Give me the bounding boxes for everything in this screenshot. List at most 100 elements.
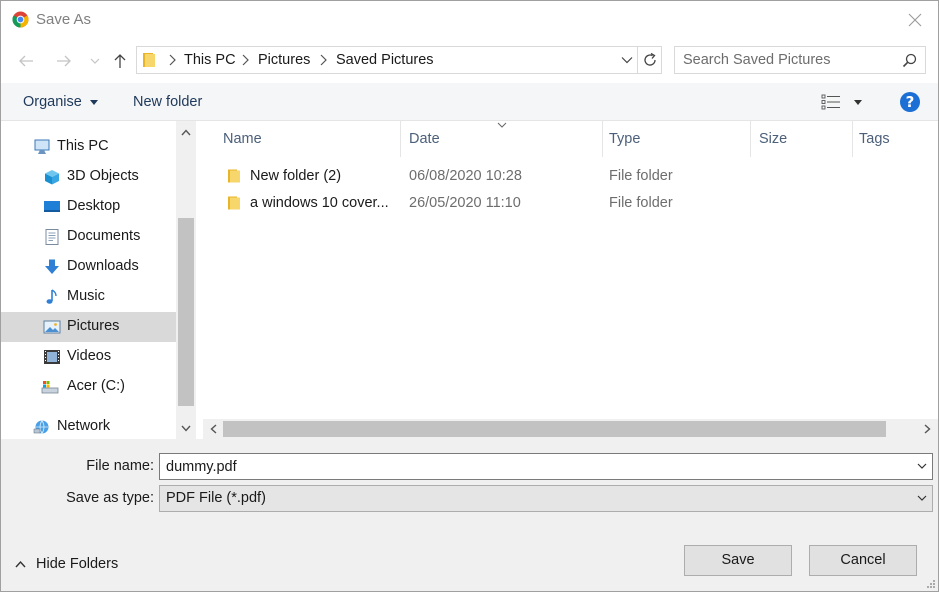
network-icon [33, 420, 49, 434]
forward-button[interactable] [54, 51, 74, 71]
save-as-type-select[interactable]: PDF File (*.pdf) [159, 485, 933, 512]
window-title: Save As [36, 11, 92, 28]
scroll-down-button[interactable] [179, 421, 193, 435]
chevron-down-icon [621, 57, 633, 64]
save-as-dialog: Save As This PC Pictures Saved Pictures … [0, 0, 939, 592]
chevron-up-icon [181, 128, 191, 135]
film-icon [44, 350, 60, 364]
computer-icon [34, 139, 50, 154]
address-dropdown-button[interactable] [617, 47, 637, 73]
nav-item-3d-objects[interactable]: 3D Objects [1, 162, 176, 192]
breadcrumb-separator-icon [169, 54, 176, 66]
nav-item-acer-c[interactable]: Acer (C:) [1, 372, 176, 402]
details-view-icon [821, 94, 840, 110]
nav-item-documents[interactable]: Documents [1, 222, 176, 252]
nav-item-downloads[interactable]: Downloads [1, 252, 176, 282]
refresh-icon [643, 52, 656, 66]
scroll-left-button[interactable] [206, 422, 220, 436]
nav-item-label: Downloads [67, 258, 139, 274]
scroll-up-button[interactable] [179, 125, 193, 139]
file-date: 06/08/2020 10:28 [409, 168, 522, 184]
chevron-down-icon [917, 495, 927, 501]
file-row[interactable]: New folder (2) 06/08/2020 10:28 File fol… [197, 163, 938, 190]
caret-down-icon [89, 99, 98, 105]
nav-item-pictures[interactable]: Pictures [1, 312, 176, 342]
cube-icon [45, 170, 59, 185]
refresh-button[interactable] [637, 47, 661, 73]
help-button[interactable]: ? [900, 92, 920, 112]
pictures-icon [43, 320, 61, 334]
search-icon[interactable] [902, 53, 917, 68]
close-button[interactable] [892, 1, 938, 39]
nav-item-label: Pictures [67, 318, 120, 334]
scroll-thumb[interactable] [178, 218, 194, 406]
chrome-icon [12, 11, 29, 28]
folder-icon [228, 196, 240, 210]
command-bar: Organise New folder ? [1, 83, 938, 121]
documents-icon [45, 229, 59, 245]
navigation-pane: This PC 3D Objects Desktop Documents Dow… [1, 121, 197, 439]
file-type: File folder [609, 168, 673, 184]
file-list-hscrollbar[interactable] [203, 419, 938, 439]
organise-menu-button[interactable]: Organise [23, 94, 98, 110]
nav-item-network[interactable]: Network [1, 412, 176, 442]
column-header-type[interactable]: Type [603, 121, 751, 157]
nav-pane-scrollbar[interactable] [176, 121, 196, 439]
nav-item-label: Music [67, 288, 105, 304]
nav-item-desktop[interactable]: Desktop [1, 192, 176, 222]
close-icon [908, 13, 922, 27]
file-date: 26/05/2020 11:10 [409, 195, 521, 211]
up-button[interactable] [110, 51, 130, 71]
desktop-icon [44, 201, 60, 212]
nav-item-music[interactable]: Music [1, 282, 176, 312]
nav-item-label: Videos [67, 348, 112, 364]
back-button[interactable] [16, 51, 36, 71]
breadcrumb-separator-icon [320, 54, 327, 66]
recent-locations-button[interactable] [85, 51, 105, 71]
breadcrumb-this-pc[interactable]: This PC [184, 52, 236, 68]
file-name-combobox[interactable] [159, 453, 933, 480]
drive-icon [41, 381, 59, 394]
file-name-input[interactable] [166, 458, 896, 476]
hide-folders-label: Hide Folders [36, 556, 119, 572]
search-box[interactable] [674, 46, 926, 74]
nav-item-videos[interactable]: Videos [1, 342, 176, 372]
new-folder-button[interactable]: New folder [133, 94, 202, 110]
resize-grip-icon[interactable] [926, 579, 936, 589]
music-note-icon [46, 289, 57, 304]
download-icon [45, 259, 59, 274]
nav-item-label: Acer (C:) [67, 378, 125, 394]
scroll-thumb[interactable] [223, 421, 886, 437]
file-row[interactable]: a windows 10 cover... 26/05/2020 11:10 F… [197, 190, 938, 217]
caret-down-icon [854, 100, 862, 105]
arrow-right-icon [57, 55, 71, 67]
save-button[interactable]: Save [684, 545, 792, 576]
scroll-right-button[interactable] [920, 422, 934, 436]
file-name: New folder (2) [250, 168, 342, 184]
breadcrumb-pictures[interactable]: Pictures [258, 52, 310, 68]
navigation-row: This PC Pictures Saved Pictures [1, 39, 938, 83]
nav-item-this-pc[interactable]: This PC [1, 132, 176, 162]
chevron-down-icon[interactable] [916, 460, 928, 472]
nav-item-label: 3D Objects [67, 168, 139, 184]
chevron-left-icon [209, 424, 216, 434]
address-bar[interactable]: This PC Pictures Saved Pictures [136, 46, 662, 74]
title-bar: Save As [1, 1, 938, 39]
breadcrumb-saved-pictures[interactable]: Saved Pictures [336, 52, 434, 68]
column-header-tags[interactable]: Tags [853, 121, 933, 157]
column-header-size[interactable]: Size [753, 121, 853, 157]
file-name-label: File name: [86, 458, 154, 474]
nav-item-label: Network [57, 418, 111, 434]
arrow-left-icon [19, 55, 33, 67]
chevron-down-icon [181, 425, 191, 432]
cancel-button[interactable]: Cancel [809, 545, 917, 576]
nav-item-label: This PC [57, 138, 109, 154]
column-header-name[interactable]: Name [217, 121, 401, 157]
arrow-up-icon [114, 54, 126, 68]
search-input[interactable] [683, 51, 898, 69]
nav-item-label: Documents [67, 228, 141, 244]
change-view-button[interactable] [821, 92, 865, 112]
file-type: File folder [609, 195, 673, 211]
save-as-type-label: Save as type: [66, 490, 154, 506]
chevron-right-icon [924, 424, 931, 434]
